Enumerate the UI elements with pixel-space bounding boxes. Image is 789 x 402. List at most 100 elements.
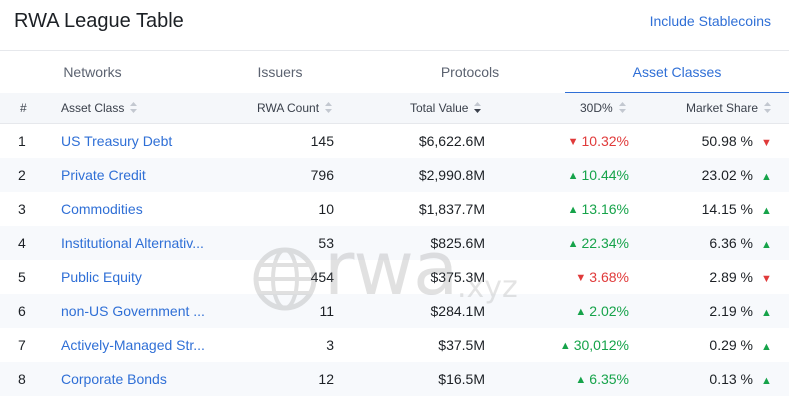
change-value: 2.02% bbox=[589, 303, 629, 319]
total-value: $284.1M bbox=[430, 303, 485, 319]
triangle-up-icon: ▲ bbox=[567, 170, 579, 182]
triangle-up-icon: ▲ bbox=[575, 306, 587, 318]
change-30d: ▼ 10.32% bbox=[568, 124, 629, 158]
tab-protocols[interactable]: Protocols bbox=[375, 51, 565, 93]
row-index: 6 bbox=[18, 303, 26, 319]
triangle-up-icon: ▲ bbox=[575, 374, 587, 386]
sort-icon bbox=[325, 102, 333, 114]
column-header-30d[interactable]: 30D% bbox=[580, 93, 626, 123]
column-header-asset-class[interactable]: Asset Class bbox=[61, 93, 138, 123]
row-index: 1 bbox=[18, 133, 26, 149]
total-value: $375.3M bbox=[430, 269, 485, 285]
row-index: 2 bbox=[18, 167, 26, 183]
page-header: RWA League Table Include Stablecoins bbox=[0, 0, 789, 51]
tab-bar: Networks Issuers Protocols Asset Classes bbox=[0, 51, 789, 94]
change-value: 10.32% bbox=[581, 133, 629, 149]
total-value: $37.5M bbox=[438, 337, 485, 353]
triangle-down-icon: ▼ bbox=[761, 273, 772, 285]
table-row[interactable]: 3 Commodities 10 $1,837.7M ▲ 13.16% 14.15… bbox=[0, 192, 789, 226]
table-row[interactable]: 2 Private Credit 796 $2,990.8M ▲ 10.44% 2… bbox=[0, 158, 789, 192]
change-30d: ▲ 30,012% bbox=[560, 328, 629, 362]
change-value: 6.35% bbox=[589, 371, 629, 387]
row-index: 5 bbox=[18, 269, 26, 285]
change-30d: ▲ 6.35% bbox=[575, 362, 629, 396]
asset-class-link[interactable]: US Treasury Debt bbox=[61, 124, 211, 158]
market-share: 0.13 % bbox=[709, 371, 753, 387]
total-value: $2,990.8M bbox=[418, 167, 485, 183]
triangle-up-icon: ▲ bbox=[761, 239, 772, 251]
triangle-up-icon: ▲ bbox=[761, 205, 772, 217]
column-label: 30D% bbox=[580, 101, 613, 115]
triangle-down-icon: ▼ bbox=[567, 136, 579, 148]
rwa-count: 454 bbox=[310, 269, 334, 285]
triangle-up-icon: ▲ bbox=[559, 340, 571, 352]
rwa-count: 796 bbox=[310, 167, 334, 183]
tab-asset-classes[interactable]: Asset Classes bbox=[565, 51, 789, 94]
column-header-market-share[interactable]: Market Share bbox=[686, 93, 772, 123]
tab-networks[interactable]: Networks bbox=[0, 51, 185, 93]
column-header-total-value[interactable]: Total Value bbox=[410, 93, 482, 123]
row-index: 3 bbox=[18, 201, 26, 217]
asset-class-link[interactable]: Corporate Bonds bbox=[61, 362, 211, 396]
market-share: 2.19 % bbox=[709, 303, 753, 319]
change-value: 30,012% bbox=[573, 337, 629, 353]
total-value: $6,622.6M bbox=[418, 133, 485, 149]
change-30d: ▲ 13.16% bbox=[568, 192, 629, 226]
total-value: $1,837.7M bbox=[418, 201, 485, 217]
change-30d: ▲ 22.34% bbox=[568, 226, 629, 260]
triangle-up-icon: ▲ bbox=[567, 204, 579, 216]
column-label: RWA Count bbox=[257, 101, 320, 115]
table-row[interactable]: 8 Corporate Bonds 12 $16.5M ▲ 6.35% 0.13 … bbox=[0, 362, 789, 396]
column-label: Asset Class bbox=[61, 101, 125, 115]
total-value: $825.6M bbox=[430, 235, 485, 251]
market-share: 6.36 % bbox=[709, 235, 753, 251]
rwa-count: 145 bbox=[310, 133, 334, 149]
rwa-count: 11 bbox=[319, 303, 334, 319]
rwa-count: 3 bbox=[326, 337, 334, 353]
sort-icon bbox=[618, 102, 626, 114]
asset-class-link[interactable]: Actively-Managed Str... bbox=[61, 328, 211, 362]
change-value: 13.16% bbox=[581, 201, 629, 217]
change-30d: ▼ 3.68% bbox=[575, 260, 629, 294]
change-value: 22.34% bbox=[581, 235, 629, 251]
page-title: RWA League Table bbox=[14, 10, 184, 32]
asset-class-link[interactable]: Commodities bbox=[61, 192, 211, 226]
triangle-up-icon: ▲ bbox=[761, 307, 772, 319]
rwa-count: 53 bbox=[318, 235, 334, 251]
change-value: 10.44% bbox=[581, 167, 629, 183]
triangle-down-icon: ▼ bbox=[575, 272, 587, 284]
rwa-count: 10 bbox=[318, 201, 334, 217]
change-30d: ▲ 10.44% bbox=[568, 158, 629, 192]
market-share: 14.15 % bbox=[701, 201, 753, 217]
tab-issuers[interactable]: Issuers bbox=[185, 51, 375, 93]
sort-icon bbox=[764, 102, 772, 114]
sort-desc-icon bbox=[474, 102, 482, 114]
table-row[interactable]: 1 US Treasury Debt 145 $6,622.6M ▼ 10.32%… bbox=[0, 124, 789, 158]
include-stablecoins-link[interactable]: Include Stablecoins bbox=[650, 13, 771, 29]
table-row[interactable]: 6 non-US Government ... 11 $284.1M ▲ 2.02… bbox=[0, 294, 789, 328]
triangle-up-icon: ▲ bbox=[567, 238, 579, 250]
column-header-rwa-count[interactable]: RWA Count bbox=[257, 93, 333, 123]
total-value: $16.5M bbox=[438, 371, 485, 387]
asset-class-link[interactable]: Public Equity bbox=[61, 260, 211, 294]
triangle-up-icon: ▲ bbox=[761, 341, 772, 353]
row-index: 4 bbox=[18, 235, 26, 251]
rwa-count: 12 bbox=[318, 371, 334, 387]
row-index: 8 bbox=[18, 371, 26, 387]
asset-class-link[interactable]: Institutional Alternativ... bbox=[61, 226, 211, 260]
asset-class-link[interactable]: non-US Government ... bbox=[61, 294, 211, 328]
table-row[interactable]: 7 Actively-Managed Str... 3 $37.5M ▲ 30,0… bbox=[0, 328, 789, 362]
sort-icon bbox=[130, 102, 138, 114]
asset-class-link[interactable]: Private Credit bbox=[61, 158, 211, 192]
column-header-index: # bbox=[20, 101, 27, 115]
row-index: 7 bbox=[18, 337, 26, 353]
market-share: 0.29 % bbox=[709, 337, 753, 353]
market-share: 50.98 % bbox=[701, 133, 753, 149]
market-share: 2.89 % bbox=[709, 269, 753, 285]
change-value: 3.68% bbox=[589, 269, 629, 285]
table-row[interactable]: 5 Public Equity 454 $375.3M ▼ 3.68% 2.89 … bbox=[0, 260, 789, 294]
market-share: 23.02 % bbox=[701, 167, 753, 183]
column-label: Market Share bbox=[686, 101, 759, 115]
triangle-up-icon: ▲ bbox=[761, 171, 772, 183]
table-row[interactable]: 4 Institutional Alternativ... 53 $825.6M… bbox=[0, 226, 789, 260]
